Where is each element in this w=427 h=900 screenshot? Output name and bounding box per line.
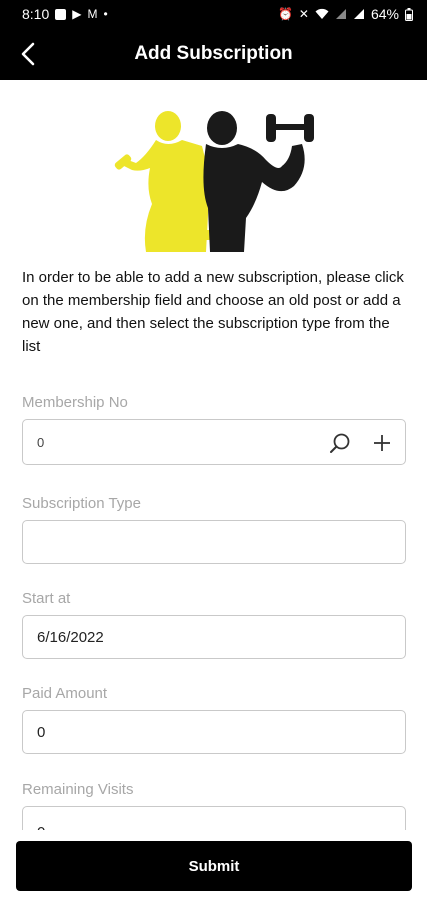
start-at-label: Start at (22, 590, 71, 607)
membership-search-button[interactable] (327, 430, 353, 456)
membership-add-button[interactable] (369, 430, 395, 456)
app-bar: Add Subscription (0, 28, 427, 80)
gym-people-icon (114, 111, 314, 252)
subscription-type-label: Subscription Type (22, 495, 141, 512)
remaining-visits-label: Remaining Visits (22, 781, 134, 798)
wifi-icon (315, 8, 329, 19)
start-at-value: 6/16/2022 (37, 628, 104, 646)
plus-icon (374, 435, 390, 451)
submit-button[interactable]: Submit (16, 841, 412, 891)
youtube-icon: ▶ (72, 7, 82, 21)
membership-label: Membership No (22, 394, 128, 411)
paid-amount-value: 0 (37, 723, 46, 741)
paid-amount-field[interactable]: 0 (22, 710, 406, 754)
subscription-type-field[interactable] (22, 520, 406, 564)
status-bar: 8:10 ▶ M • ⏰ ✕ 64% (0, 0, 427, 28)
dot-icon: • (103, 7, 108, 21)
gmail-icon: M (87, 7, 98, 21)
search-icon (330, 433, 350, 453)
status-time: 8:10 (22, 6, 50, 22)
battery-icon (405, 7, 413, 21)
start-at-field[interactable]: 6/16/2022 (22, 615, 406, 659)
battery-percent: 64% (370, 6, 399, 22)
paid-amount-label: Paid Amount (22, 685, 108, 702)
status-left: 8:10 ▶ M • (22, 6, 108, 22)
alarm-icon: ⏰ (277, 7, 293, 21)
page-title: Add Subscription (134, 43, 293, 64)
signal-icon (353, 9, 364, 19)
signal-icon (335, 9, 346, 19)
status-right: ⏰ ✕ 64% (278, 6, 413, 22)
gallery-icon (55, 8, 67, 20)
mute-icon: ✕ (298, 7, 309, 21)
instructions-text: In order to be able to add a new subscri… (22, 269, 404, 355)
membership-value: 0 (37, 434, 45, 450)
membership-field[interactable]: 0 (22, 419, 406, 465)
